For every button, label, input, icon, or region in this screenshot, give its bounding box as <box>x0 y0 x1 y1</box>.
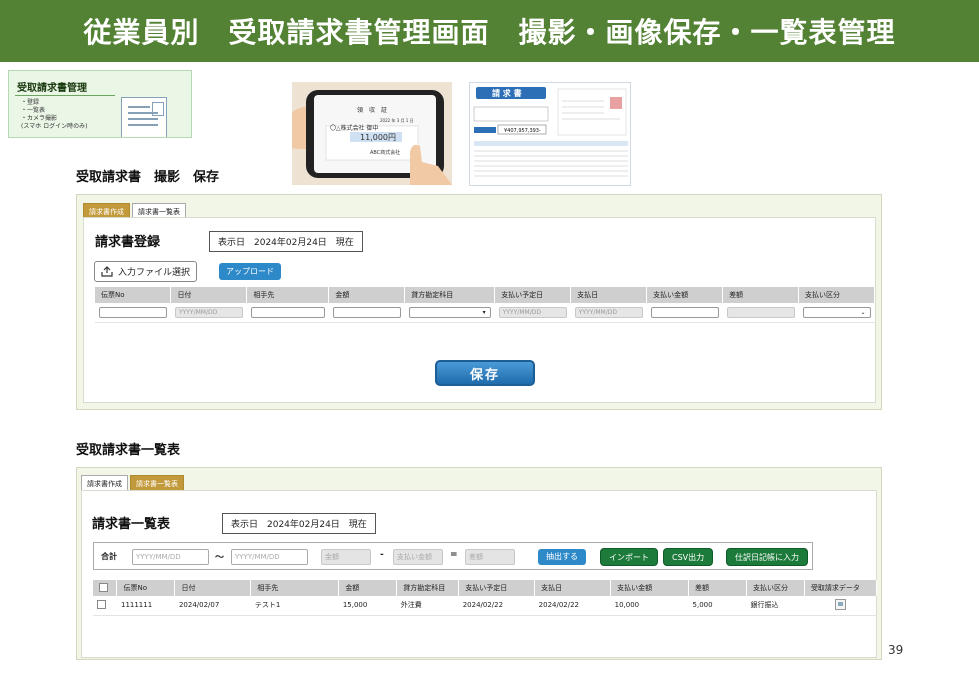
paid-date-input[interactable]: YYYY/MM/DD <box>574 306 643 318</box>
column-header: 支払い金額 <box>610 580 690 596</box>
filter-to-date-input[interactable]: YYYY/MM/DD <box>231 549 308 565</box>
invoice-total: ¥407,957,393- <box>504 128 541 134</box>
cell-account: 外注費 <box>396 596 459 616</box>
invoice-heading: 請 求 書 <box>492 88 522 98</box>
cell-paid-amount: 10,000 <box>610 596 689 616</box>
extract-button[interactable]: 抽出する <box>538 549 586 565</box>
filter-equals: = <box>450 550 458 560</box>
column-header: 支払日 <box>534 580 612 596</box>
column-header: 支払い予定日 <box>458 580 536 596</box>
column-header: 伝票No <box>95 287 172 303</box>
journal-entry-button[interactable]: 仕訳日記帳に入力 <box>726 548 808 566</box>
column-header: 支払い区分 <box>746 580 805 596</box>
column-header: 支払日 <box>570 287 648 303</box>
section-label-list: 受取請求書一覧表 <box>76 443 181 458</box>
receipt-heading: 領 収 証 <box>357 106 387 114</box>
cell-voucher-no: 1111111 <box>116 596 175 616</box>
file-select-button[interactable]: 入力ファイル選択 <box>94 261 198 282</box>
menu-thumbnail-item: (スマホ ログイン時のみ) <box>21 123 88 130</box>
filter-paid-input[interactable]: 支払い金額 <box>393 549 443 565</box>
credit-account-select[interactable]: ▾ <box>408 306 491 318</box>
register-table: 伝票No 日付 相手先 金額 貸方勘定科目 支払い予定日 支払日 支払い金額 差… <box>95 287 875 323</box>
cell-payment-type: 銀行振込 <box>746 596 805 616</box>
column-header: 支払い予定日 <box>494 287 572 303</box>
cell-date: 2024/02/07 <box>174 596 251 616</box>
column-header: 金額 <box>328 287 406 303</box>
filter-label: 合計 <box>101 552 117 561</box>
phone-receipt-illustration: 領 収 証 〇△株式会社 御中 11,000円 ABC商式会社 2022 年 3… <box>292 82 452 185</box>
section-label-capture: 受取請求書 撮影 保存 <box>76 170 220 185</box>
column-header: 貸方勘定科目 <box>396 580 460 596</box>
list-table-header: 伝票No 日付 相手先 金額 貸方勘定科目 支払い予定日 支払日 支払い金額 差… <box>93 580 878 596</box>
menu-thumbnail-item: ・一覧表 <box>21 107 46 114</box>
receipt-issuer: ABC商式会社 <box>370 149 400 156</box>
register-table-header: 伝票No 日付 相手先 金額 貸方勘定科目 支払い予定日 支払日 支払い金額 差… <box>95 287 875 303</box>
menu-thumbnail-divider <box>15 95 115 96</box>
column-header: 貸方勘定科目 <box>404 287 496 303</box>
filter-amount-input[interactable]: 金額 <box>321 549 371 565</box>
filter-from-date-input[interactable]: YYYY/MM/DD <box>132 549 209 565</box>
column-header: 支払い金額 <box>646 287 724 303</box>
column-header: 日付 <box>170 287 248 303</box>
csv-export-button[interactable]: CSV出力 <box>663 548 714 566</box>
cell-paid-date: 2024/02/22 <box>534 596 611 616</box>
receipt-amount: 11,000円 <box>360 133 396 142</box>
filter-diff-input[interactable]: 差額 <box>465 549 515 565</box>
amount-input[interactable] <box>332 306 401 318</box>
filter-range-tilde: 〜 <box>215 553 225 563</box>
column-header: 伝票No <box>116 580 176 596</box>
select-all-checkbox[interactable] <box>99 582 108 592</box>
filter-minus: - <box>380 550 384 560</box>
table-row[interactable]: 1111111 2024/02/07 テスト1 15,000 外注費 2024/… <box>93 596 877 616</box>
column-header: 支払い区分 <box>798 287 875 303</box>
row-checkbox[interactable] <box>97 599 106 609</box>
document-icon <box>121 97 167 137</box>
register-title: 請求書登録 <box>95 235 161 250</box>
cell-due-date: 2024/02/22 <box>458 596 535 616</box>
voucher-no-input[interactable] <box>99 306 167 318</box>
paid-amount-input[interactable] <box>650 306 719 318</box>
column-header: 差額 <box>722 287 799 303</box>
menu-thumbnail-item: ・登録 <box>21 99 40 106</box>
column-header: 受取請求データ <box>804 580 878 596</box>
receipt-photo-image: 領 収 証 〇△株式会社 御中 11,000円 ABC商式会社 2022 年 3… <box>292 82 452 185</box>
page-number: 39 <box>888 643 904 657</box>
import-button[interactable]: インポート <box>600 548 658 566</box>
menu-thumbnail: 受取請求書管理 ・登録 ・一覧表 ・カメラ撮影 (スマホ ログイン時のみ) <box>8 70 192 138</box>
invoice-illustration: 請 求 書 ¥407,957,393- <box>470 83 628 185</box>
cell-partner: テスト1 <box>250 596 339 616</box>
save-button[interactable]: 保存 <box>435 360 535 386</box>
menu-thumbnail-items: ・登録 ・一覧表 ・カメラ撮影 (スマホ ログイン時のみ) <box>21 99 87 131</box>
cell-difference: 5,000 <box>688 596 747 616</box>
list-view <box>81 490 877 658</box>
difference-input[interactable] <box>726 306 795 318</box>
column-header: 差額 <box>688 580 747 596</box>
register-date: 表示日 2024年02月24日 現在 <box>209 231 363 252</box>
upload-icon <box>101 266 113 277</box>
invoice-list-table: 伝票No 日付 相手先 金額 貸方勘定科目 支払い予定日 支払日 支払い金額 差… <box>93 580 878 616</box>
slide-title: 従業員別 受取請求書管理画面 撮影・画像保存・一覧表管理 <box>0 0 979 62</box>
column-header: 日付 <box>174 580 252 596</box>
partner-input[interactable] <box>250 306 325 318</box>
file-select-label: 入力ファイル選択 <box>118 268 191 278</box>
upload-button[interactable]: アップロード <box>219 263 281 280</box>
list-date: 表示日 2024年02月24日 現在 <box>222 513 376 534</box>
invoice-image: 請 求 書 ¥407,957,393- <box>469 82 631 186</box>
receipt-company: 〇△株式会社 御中 <box>330 124 379 132</box>
payment-type-select[interactable]: ⌄ <box>802 306 871 318</box>
invoice-image-icon[interactable] <box>834 598 846 610</box>
date-input[interactable]: YYYY/MM/DD <box>174 306 243 318</box>
register-input-row: YYYY/MM/DD ▾ YYYY/MM/DD YYYY/MM/DD ⌄ <box>95 303 875 323</box>
list-title: 請求書一覧表 <box>92 517 171 532</box>
column-header: 相手先 <box>250 580 340 596</box>
cell-amount: 15,000 <box>338 596 397 616</box>
column-header: 金額 <box>338 580 398 596</box>
menu-thumbnail-item: ・カメラ撮影 <box>21 115 58 122</box>
receipt-date: 2022 年 3 月 1 日 <box>380 117 414 123</box>
due-date-input[interactable]: YYYY/MM/DD <box>498 306 567 318</box>
menu-thumbnail-title: 受取請求書管理 <box>17 83 87 94</box>
column-header: 相手先 <box>246 287 330 303</box>
